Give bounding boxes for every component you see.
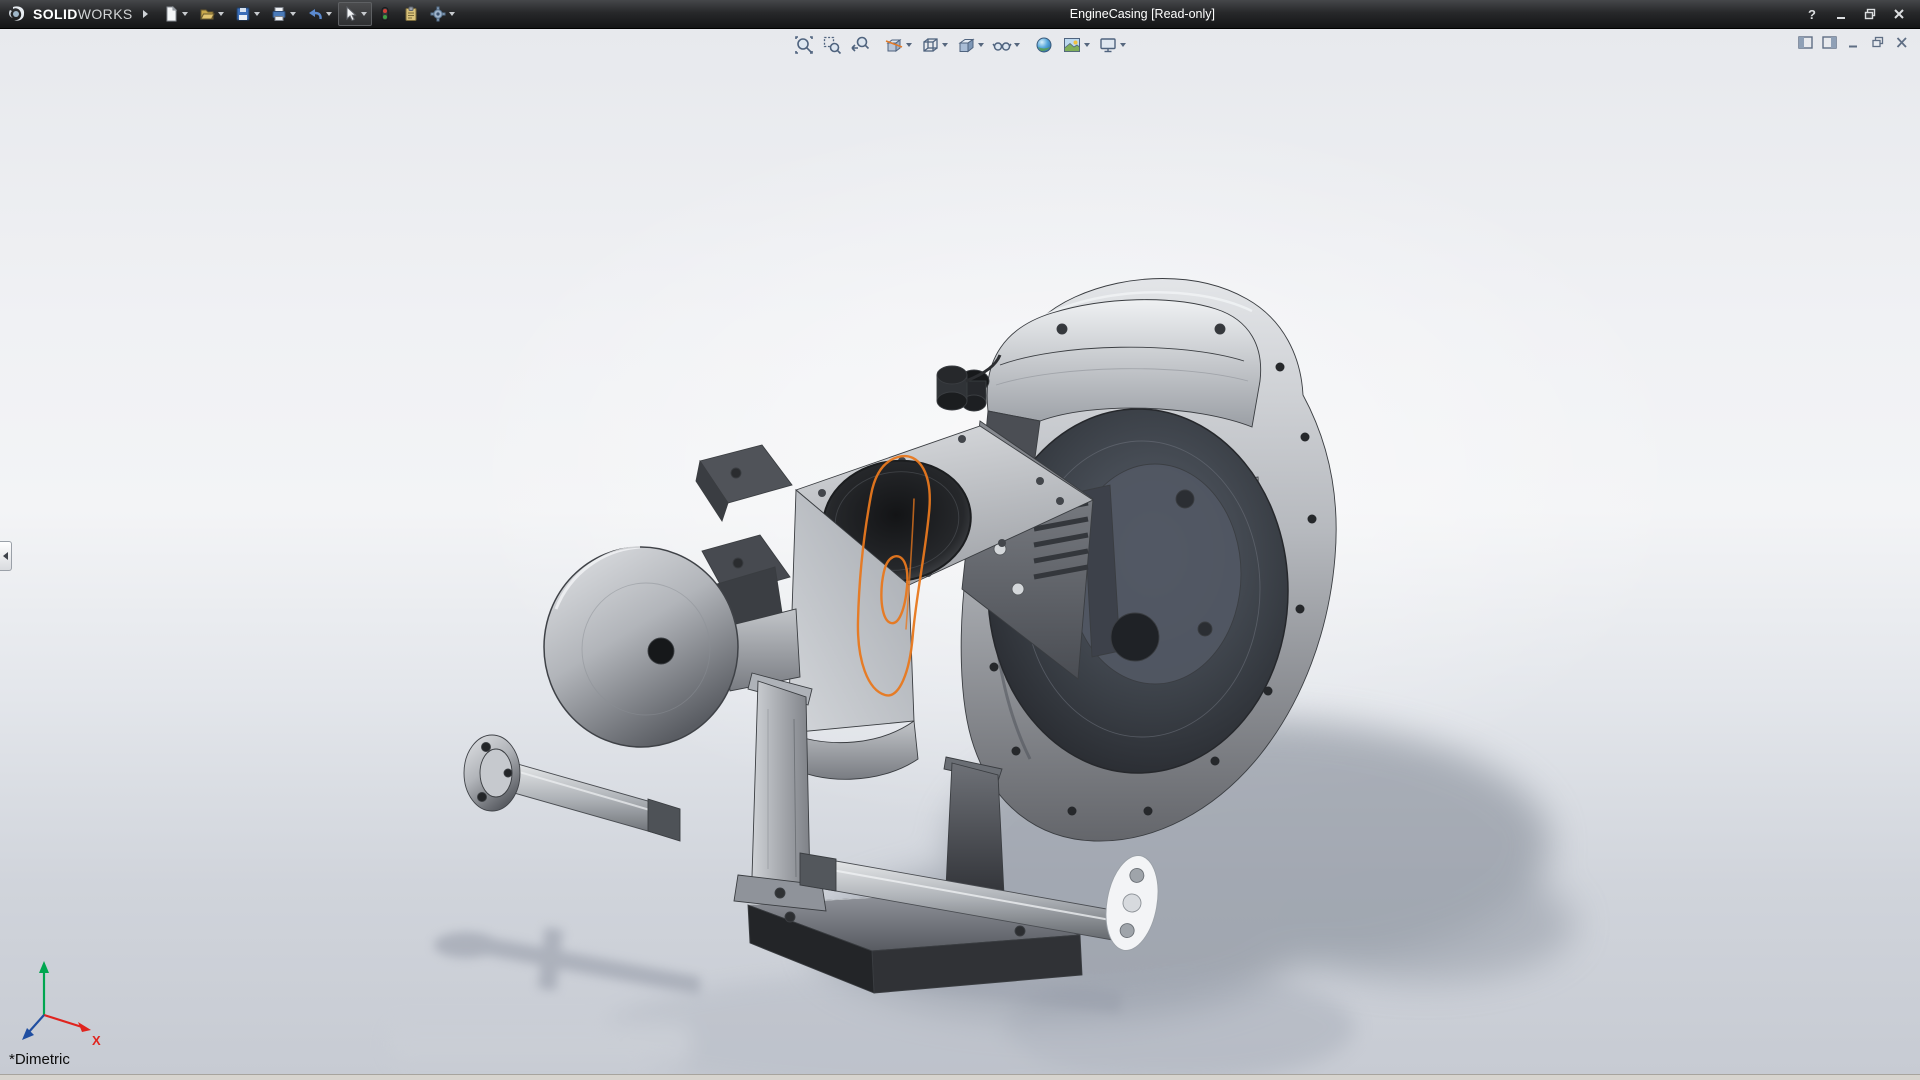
close-button[interactable] (1890, 5, 1908, 23)
clipboard-icon (403, 6, 419, 22)
pane-left-button[interactable] (1797, 34, 1814, 50)
dropdown-caret-icon (449, 12, 455, 16)
save-button[interactable] (230, 2, 265, 26)
select-arrow-icon (343, 6, 358, 22)
restore-icon (1863, 7, 1877, 21)
maximize-button[interactable] (1861, 5, 1879, 23)
dassault-3ds-logo-icon (6, 4, 28, 24)
dropdown-caret-icon (1084, 43, 1090, 47)
dropdown-caret-icon (361, 12, 367, 16)
shaft-left[interactable] (464, 735, 680, 841)
gear-icon (430, 6, 446, 22)
standard-toolbar (158, 2, 460, 26)
undo-icon (307, 6, 323, 22)
window-controls: ? (1803, 5, 1920, 23)
pane-right-icon (1822, 36, 1837, 49)
close-icon (1892, 7, 1906, 21)
rebuild-traffic-light-icon (378, 6, 392, 22)
minimize-icon (1834, 7, 1848, 21)
dropdown-caret-icon (906, 43, 912, 47)
solidworks-window: SOLIDWORKS (0, 0, 1920, 1080)
section-cube-icon (884, 35, 904, 55)
dropdown-caret-icon (1120, 43, 1126, 47)
dropdown-caret-icon (290, 12, 296, 16)
magnifier-icon (794, 35, 814, 55)
view-settings-button[interactable] (1095, 33, 1129, 57)
dropdown-caret-icon (978, 43, 984, 47)
dropdown-caret-icon (1014, 43, 1020, 47)
title-bar: SOLIDWORKS (0, 0, 1920, 29)
doc-close-button[interactable] (1893, 34, 1910, 50)
featuremanager-collapsed-tab[interactable] (0, 541, 12, 571)
pane-left-icon (1798, 36, 1813, 49)
zoom-to-fit-button[interactable] (791, 33, 817, 57)
status-bar (0, 1074, 1920, 1080)
shaded-cube-icon (956, 35, 976, 55)
previous-view-button[interactable] (847, 33, 873, 57)
document-window-controls (1797, 34, 1910, 50)
print-icon (271, 6, 287, 22)
graphics-area[interactable]: X *Dimetric (0, 29, 1920, 1074)
help-button[interactable]: ? (1803, 5, 1821, 23)
pane-right-button[interactable] (1821, 34, 1838, 50)
file-properties-button[interactable] (398, 2, 424, 26)
dropdown-caret-icon (942, 43, 948, 47)
3d-model-canvas[interactable] (0, 29, 1920, 1074)
hide-show-items-button[interactable] (989, 33, 1023, 57)
app-brand: SOLIDWORKS (0, 0, 141, 28)
app-name: SOLIDWORKS (33, 6, 133, 22)
section-view-button[interactable] (881, 33, 915, 57)
new-document-button[interactable] (158, 2, 193, 26)
color-sphere-icon (1034, 35, 1054, 55)
magnifier-area-icon (822, 35, 842, 55)
rebuild-button[interactable] (373, 2, 397, 26)
minimize-icon (1847, 36, 1861, 49)
print-button[interactable] (266, 2, 301, 26)
select-tool-button[interactable] (338, 2, 372, 26)
new-document-icon (163, 6, 179, 22)
apply-scene-button[interactable] (1059, 33, 1093, 57)
orientation-triad: X (14, 953, 109, 1048)
save-icon (235, 6, 251, 22)
chevron-left-icon (3, 552, 8, 560)
triad-x-label: X (92, 1033, 101, 1048)
wireframe-cube-icon (920, 35, 940, 55)
zoom-to-area-button[interactable] (819, 33, 845, 57)
heads-up-view-toolbar (791, 33, 1129, 57)
edit-appearance-button[interactable] (1031, 33, 1057, 57)
restore-icon (1871, 36, 1885, 49)
document-title: EngineCasing [Read-only] (1070, 0, 1215, 29)
open-folder-icon (199, 6, 215, 22)
dropdown-caret-icon (326, 12, 332, 16)
dropdown-caret-icon (254, 12, 260, 16)
scene-icon (1062, 35, 1082, 55)
dropdown-caret-icon (182, 12, 188, 16)
undo-button[interactable] (302, 2, 337, 26)
open-button[interactable] (194, 2, 229, 26)
doc-restore-button[interactable] (1869, 34, 1886, 50)
doc-minimize-button[interactable] (1845, 34, 1862, 50)
dropdown-caret-icon (218, 12, 224, 16)
options-button[interactable] (425, 2, 460, 26)
stand-leg-right[interactable] (944, 757, 1004, 895)
minimize-button[interactable] (1832, 5, 1850, 23)
display-style-button[interactable] (953, 33, 987, 57)
magnifier-back-icon (850, 35, 870, 55)
view-orientation-label: *Dimetric (9, 1051, 70, 1068)
view-orientation-button[interactable] (917, 33, 951, 57)
menu-flyout-arrow-icon[interactable] (143, 10, 148, 18)
glasses-icon (992, 35, 1012, 55)
monitor-icon (1098, 35, 1118, 55)
close-icon (1895, 36, 1909, 49)
